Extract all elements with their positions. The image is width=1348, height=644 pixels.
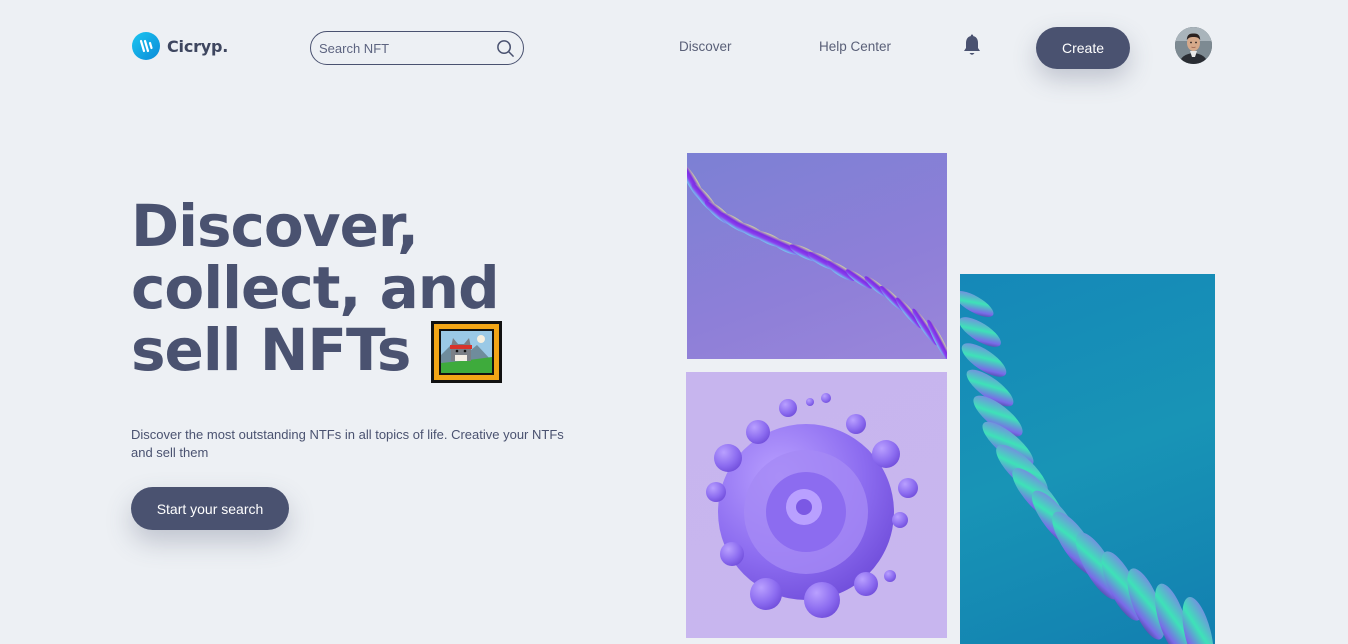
search-input[interactable] [319,40,495,56]
nft-card-ribbon[interactable] [687,153,947,359]
hero-subtitle: Discover the most outstanding NTFs in al… [131,427,564,460]
search-bar[interactable] [310,31,524,65]
logo-mark-icon [132,32,160,60]
framed-picture-icon [431,321,502,383]
nav-help-center-link[interactable]: Help Center [819,39,891,54]
nft-card-bubbles[interactable] [686,372,947,638]
hero-title-line: Discover, [131,192,419,260]
logo[interactable]: Cicryp. [132,32,228,60]
nft-card-wave[interactable] [960,274,1215,644]
nav-discover-link[interactable]: Discover [679,39,732,54]
search-icon[interactable] [495,38,515,58]
hero-title-line: collect, and [131,254,500,322]
avatar[interactable] [1175,27,1212,64]
create-button[interactable]: Create [1036,27,1130,69]
logo-text: Cicryp. [167,36,229,56]
start-search-button[interactable]: Start your search [131,487,289,530]
bell-icon[interactable] [962,34,982,58]
